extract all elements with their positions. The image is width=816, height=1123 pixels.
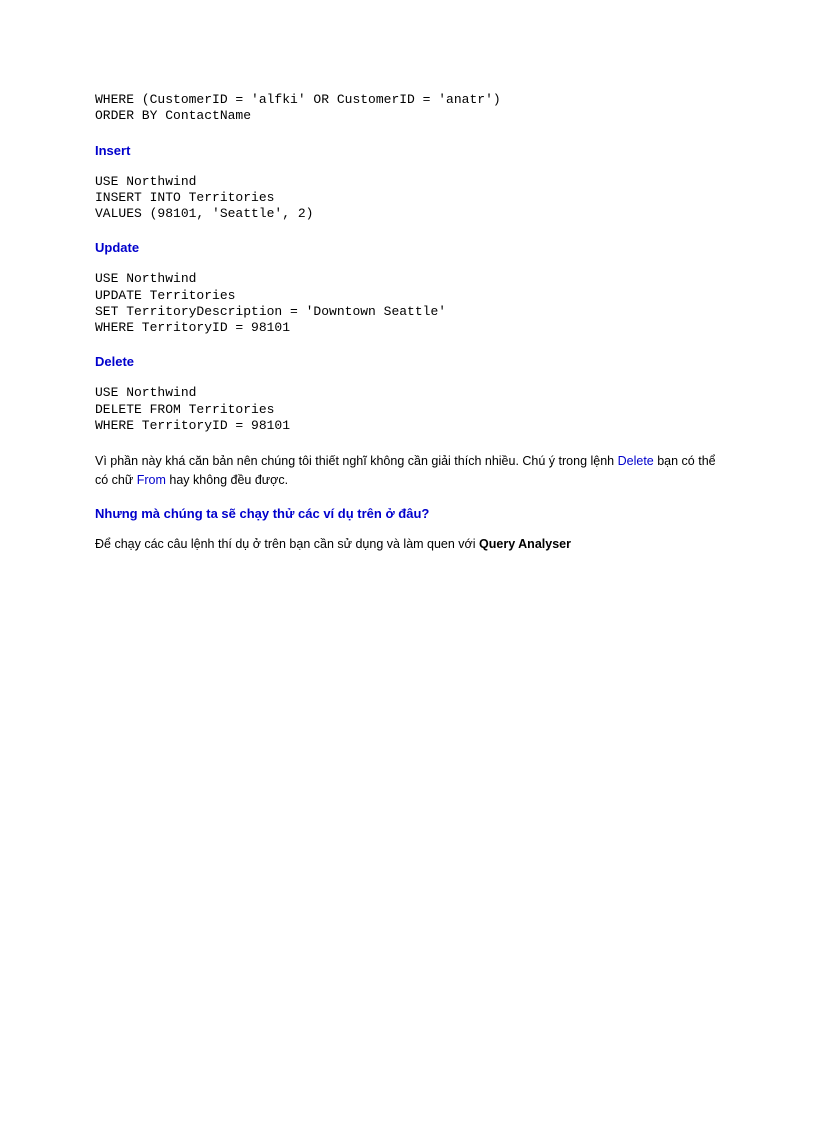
where-to-run-question: Nhưng mà chúng ta sẽ chạy thử các ví dụ … — [95, 506, 721, 521]
delete-heading: Delete — [95, 354, 721, 369]
from-keyword: From — [137, 473, 166, 487]
delete-keyword: Delete — [618, 454, 654, 468]
insert-code: USE Northwind INSERT INTO Territories VA… — [95, 174, 721, 223]
update-code: USE Northwind UPDATE Territories SET Ter… — [95, 271, 721, 336]
explanation-paragraph: Vì phần này khá căn bản nên chúng tôi th… — [95, 452, 721, 490]
query-analyser-paragraph: Ðể chạy các câu lệnh thí dụ ở trên bạn c… — [95, 535, 721, 554]
query-analyser-term: Query Analyser — [479, 537, 571, 551]
para2-pre: Ðể chạy các câu lệnh thí dụ ở trên bạn c… — [95, 537, 479, 551]
update-heading: Update — [95, 240, 721, 255]
delete-code: USE Northwind DELETE FROM Territories WH… — [95, 385, 721, 434]
insert-heading: Insert — [95, 143, 721, 158]
para1-pre: Vì phần này khá căn bản nên chúng tôi th… — [95, 454, 618, 468]
where-orderby-code: WHERE (CustomerID = 'alfki' OR CustomerI… — [95, 92, 721, 125]
para1-post: hay không đều được. — [166, 473, 288, 487]
